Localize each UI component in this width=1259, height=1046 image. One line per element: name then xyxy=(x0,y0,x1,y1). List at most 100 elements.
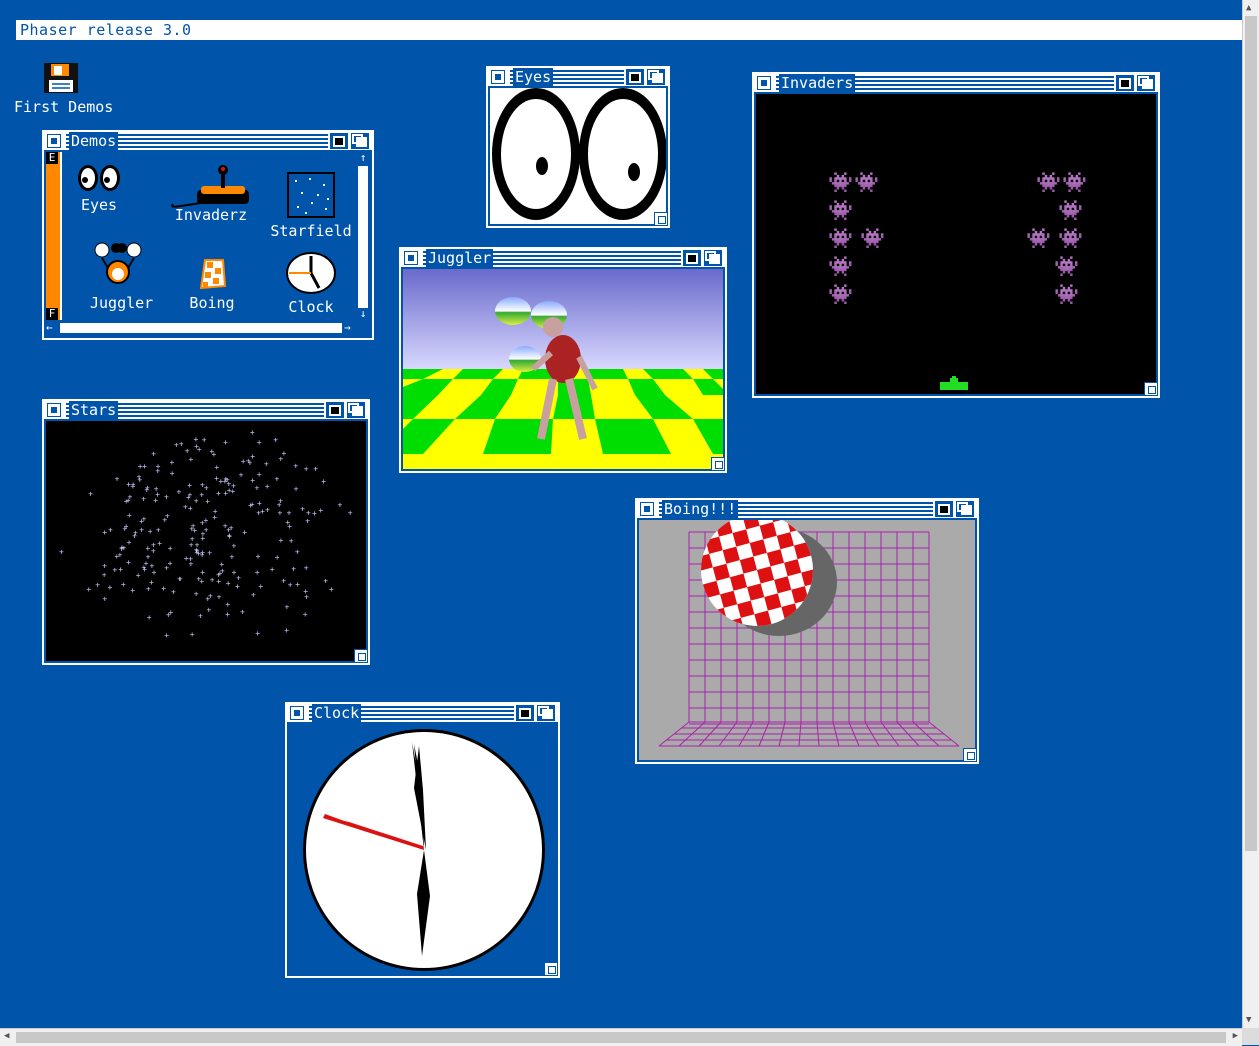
depth-gadget-icon[interactable] xyxy=(704,250,722,266)
clock-window[interactable]: Clock xyxy=(285,702,560,978)
star: + xyxy=(214,474,219,483)
close-gadget-icon[interactable] xyxy=(757,76,771,90)
demo-item-invaderz[interactable]: Invaderz xyxy=(160,164,262,224)
scroll-left-arrow-icon[interactable]: ◀ xyxy=(4,1031,9,1041)
invader-sprite: 👾 xyxy=(828,226,853,250)
zoom-gadget-icon[interactable] xyxy=(683,250,701,266)
star: + xyxy=(338,501,343,510)
demos-vertical-scrollbar[interactable]: ↑ ↓ xyxy=(356,152,370,322)
close-gadget-icon[interactable] xyxy=(47,134,61,148)
close-gadget-icon[interactable] xyxy=(404,251,418,265)
star: + xyxy=(210,575,215,584)
close-gadget-icon[interactable] xyxy=(47,403,61,417)
page-vertical-scrollbar[interactable]: ▲ ▼ xyxy=(1242,0,1259,1028)
star: + xyxy=(161,584,166,593)
depth-gadget-icon[interactable] xyxy=(347,402,365,418)
window-title: Boing!!! xyxy=(662,500,739,518)
resize-gadget-icon[interactable] xyxy=(963,748,977,762)
scroll-down-arrow-icon[interactable]: ▼ xyxy=(1246,1015,1251,1025)
resize-gadget-icon[interactable] xyxy=(1144,382,1158,396)
boing-title-bar[interactable]: Boing!!! xyxy=(637,500,977,518)
star: + xyxy=(199,491,204,500)
demo-item-boing[interactable]: Boing xyxy=(184,258,240,312)
screen-title-bar[interactable]: Phaser release 3.0 xyxy=(16,20,1242,41)
resize-gadget-icon[interactable] xyxy=(654,212,668,226)
demo-item-label: Clock xyxy=(288,298,334,316)
star: + xyxy=(164,631,169,640)
star: + xyxy=(257,438,262,447)
close-gadget-icon[interactable] xyxy=(290,706,304,720)
invaders-title-bar[interactable]: Invaders xyxy=(754,74,1158,92)
zoom-gadget-icon[interactable] xyxy=(330,133,348,149)
invader-sprite: 👾 xyxy=(860,226,885,250)
star: + xyxy=(150,562,155,571)
juggler-scene xyxy=(403,269,723,469)
invader-sprite: 👾 xyxy=(1054,254,1079,278)
star: + xyxy=(137,476,142,485)
invaders-playfield[interactable]: 👾 👾 👾 👾 👾 👾 👾 👾 👾 👾 👾 👾 👾 👾 xyxy=(756,94,1156,394)
star: + xyxy=(236,573,241,582)
eyes-window[interactable]: Eyes xyxy=(486,66,670,228)
scroll-up-arrow-icon[interactable]: ↑ xyxy=(357,152,369,164)
demos-horizontal-scrollbar[interactable]: ← → xyxy=(46,320,356,336)
star: + xyxy=(214,463,219,472)
star: + xyxy=(265,482,270,491)
close-gadget-icon[interactable] xyxy=(491,70,505,84)
juggler-window[interactable]: Juggler xyxy=(399,247,727,473)
demo-item-label: Eyes xyxy=(80,196,118,214)
star: + xyxy=(304,464,309,473)
depth-gadget-icon[interactable] xyxy=(537,705,555,721)
zoom-gadget-icon[interactable] xyxy=(626,69,644,85)
resize-gadget-icon[interactable] xyxy=(711,457,725,471)
star: + xyxy=(295,547,300,556)
disk-icon-first-demos[interactable]: First Demos xyxy=(14,62,113,116)
demo-item-clock[interactable]: Clock xyxy=(282,252,340,316)
demo-item-starfield[interactable]: Starfield xyxy=(270,172,352,240)
invaders-window[interactable]: Invaders 👾 👾 👾 👾 👾 👾 👾 👾 👾 👾 👾 👾 👾 👾 xyxy=(752,72,1160,398)
page-horizontal-scrollbar[interactable]: ◀ ▶ xyxy=(0,1028,1242,1046)
vertical-scroll-thumb[interactable] xyxy=(1245,16,1257,851)
star: + xyxy=(151,450,156,459)
zoom-gadget-icon[interactable] xyxy=(935,501,953,517)
scroll-right-arrow-icon[interactable]: → xyxy=(344,322,356,334)
star: + xyxy=(288,581,293,590)
zoom-gadget-icon[interactable] xyxy=(516,705,534,721)
scroll-left-arrow-icon[interactable]: ← xyxy=(46,322,58,334)
scroll-down-arrow-icon[interactable]: ↓ xyxy=(357,308,369,320)
starfield-graphic: ++++++++++++++++++++++++++++++++++++ ++++… xyxy=(59,428,353,640)
close-gadget-icon[interactable] xyxy=(640,502,654,516)
juggler-title-bar[interactable]: Juggler xyxy=(401,249,725,267)
floppy-disk-icon xyxy=(44,63,78,93)
star: + xyxy=(212,513,217,522)
depth-gadget-icon[interactable] xyxy=(647,69,665,85)
star: + xyxy=(148,527,153,536)
zoom-gadget-icon[interactable] xyxy=(1116,75,1134,91)
eyes-title-bar[interactable]: Eyes xyxy=(488,68,668,86)
depth-gadget-icon[interactable] xyxy=(351,133,369,149)
clock-title-bar[interactable]: Clock xyxy=(287,704,558,722)
zoom-gadget-icon[interactable] xyxy=(326,402,344,418)
star: + xyxy=(313,465,318,474)
star: + xyxy=(199,577,204,586)
demos-title-bar[interactable]: Demos xyxy=(44,132,372,150)
horizontal-scroll-knob[interactable] xyxy=(60,323,342,333)
horizontal-scroll-thumb[interactable] xyxy=(16,1032,1226,1043)
star: + xyxy=(124,522,129,531)
scroll-right-arrow-icon[interactable]: ▶ xyxy=(1233,1031,1238,1041)
boing-window[interactable]: Boing!!! xyxy=(635,498,979,764)
resize-gadget-icon[interactable] xyxy=(354,649,368,663)
resize-gadget-icon[interactable] xyxy=(544,962,558,976)
stars-title-bar[interactable]: Stars xyxy=(44,401,368,419)
demos-window[interactable]: Demos E F ↑ ↓ ← → Eyes Invaderz Starfiel… xyxy=(42,130,374,340)
depth-gadget-icon[interactable] xyxy=(1137,75,1155,91)
depth-gadget-icon[interactable] xyxy=(956,501,974,517)
star: + xyxy=(102,562,107,571)
boing-ball-icon xyxy=(199,259,227,290)
star: + xyxy=(312,509,317,518)
scroll-up-arrow-icon[interactable]: ▲ xyxy=(1246,3,1251,13)
star: + xyxy=(207,548,212,557)
demo-item-juggler[interactable]: Juggler xyxy=(90,240,153,312)
vertical-scroll-knob[interactable] xyxy=(358,166,368,308)
demo-item-eyes[interactable]: Eyes xyxy=(72,164,126,214)
stars-window[interactable]: Stars + + + + + + + + + + + + + + + + + + + + + + + + + + + + + + + + + +… xyxy=(42,399,370,665)
